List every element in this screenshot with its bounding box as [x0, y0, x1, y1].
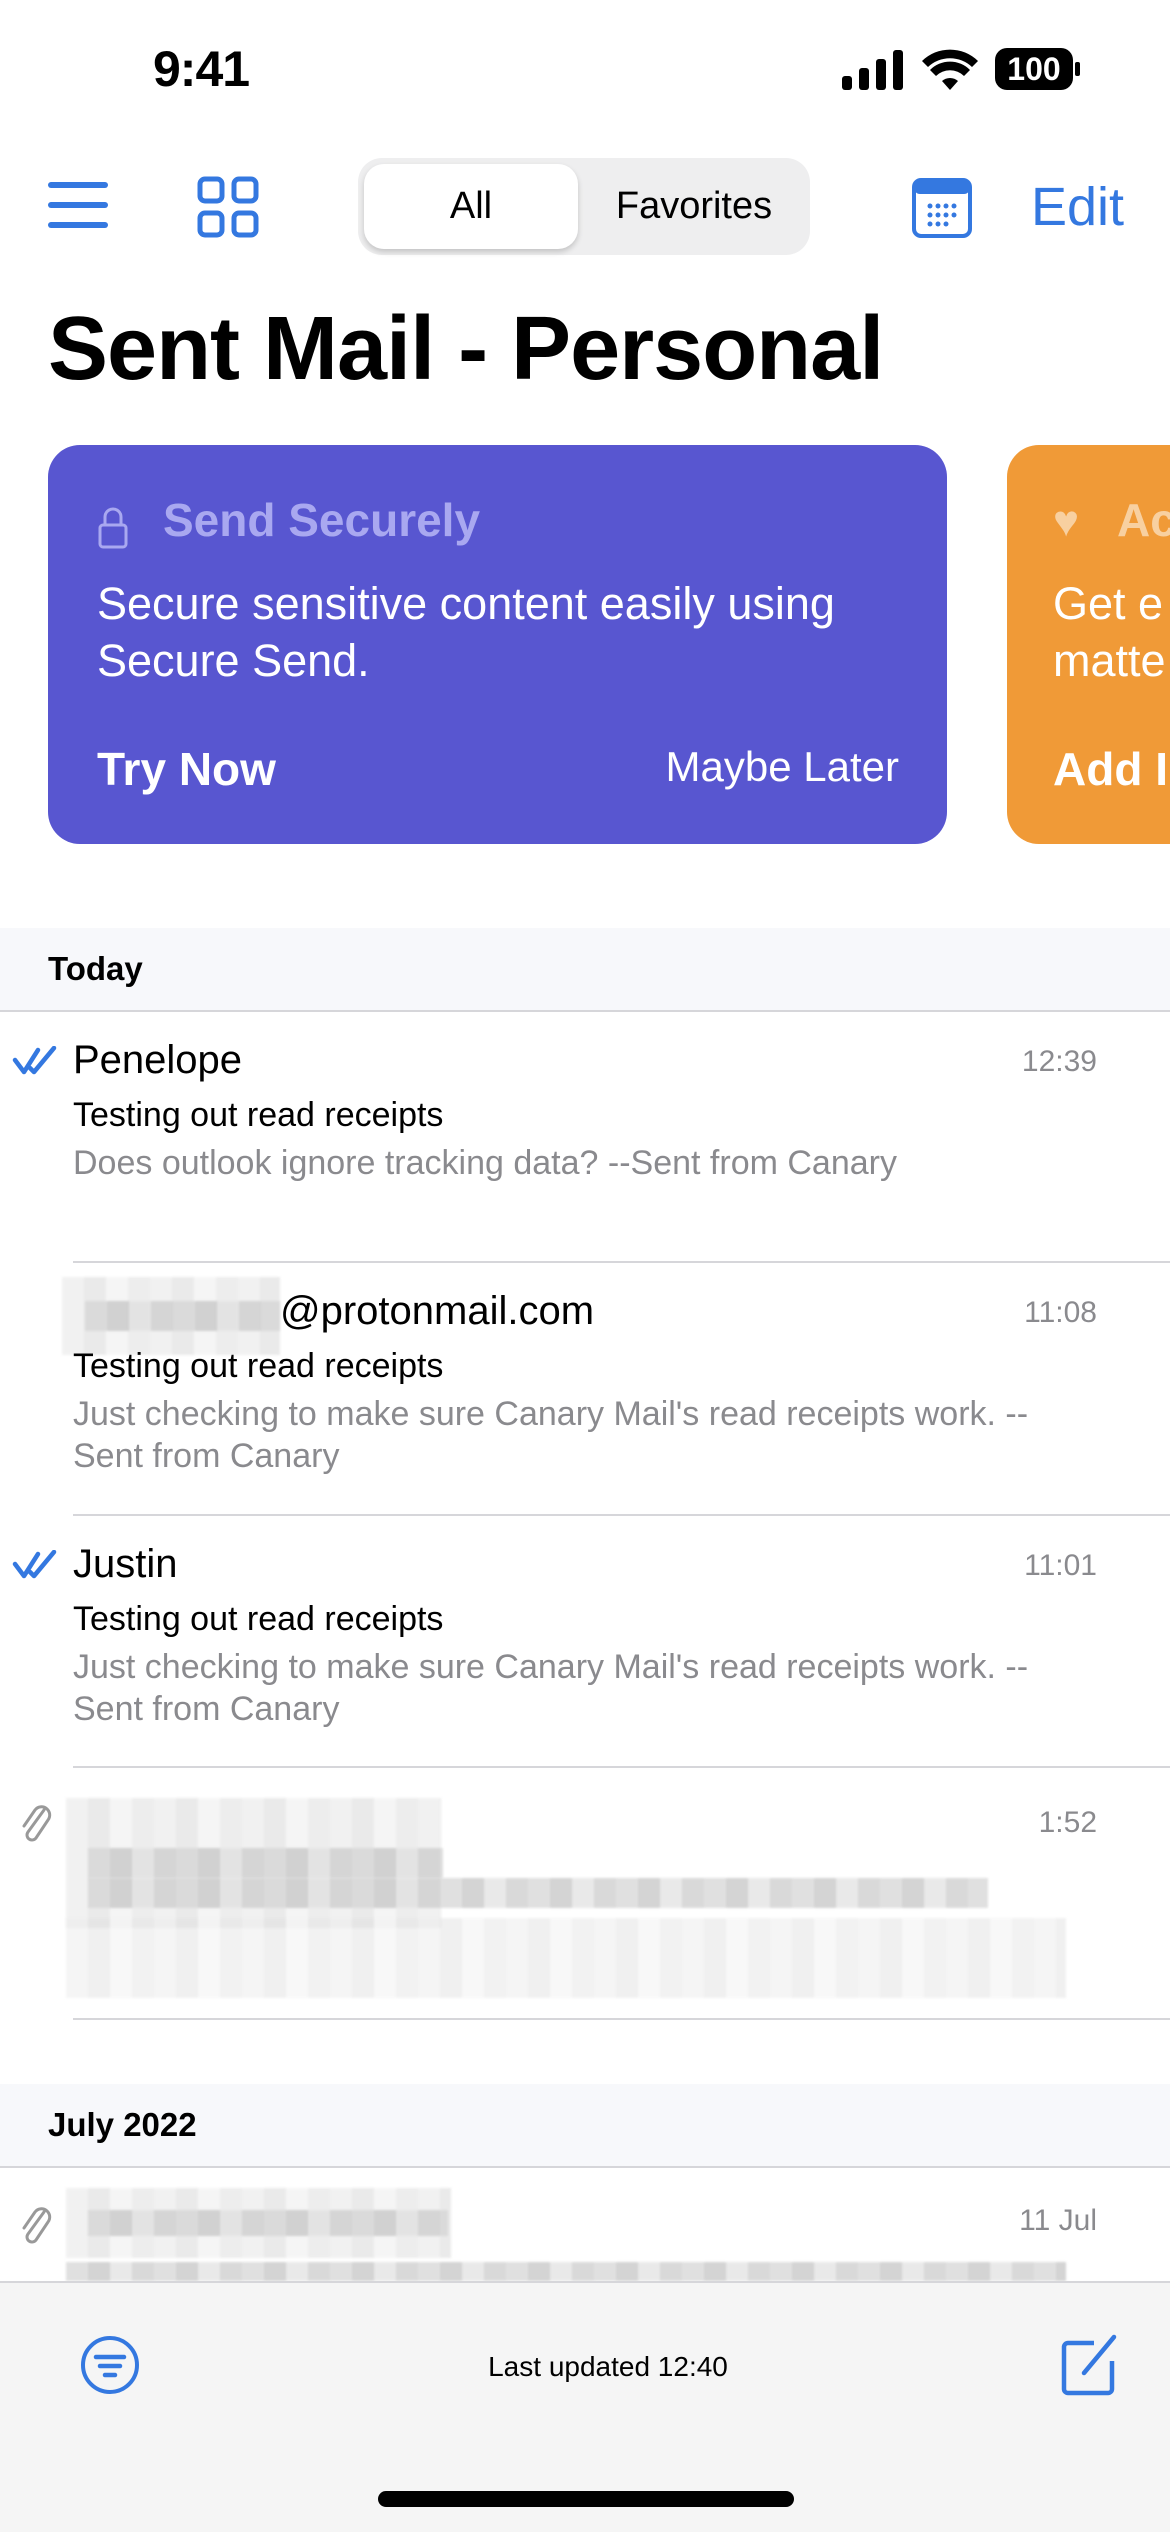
mail-preview: Does outlook ignore tracking data? --Sen… — [73, 1144, 897, 1182]
try-now-button[interactable]: Try Now — [97, 742, 276, 796]
battery-indicator: 100 — [995, 48, 1073, 90]
last-updated-status: Last updated 12:40 — [488, 2351, 728, 2382]
mail-row[interactable]: @protonmail.com 11:08 Testing out read r… — [0, 1263, 1170, 1513]
hamburger-menu-icon[interactable] — [48, 180, 108, 230]
sender-name: @protonmail.com — [280, 1289, 595, 1333]
section-label: July 2022 — [48, 2106, 197, 2143]
segment-all[interactable]: All — [364, 164, 578, 249]
mail-subject: Testing out read receipts — [73, 1347, 444, 1385]
redacted-preview — [66, 1918, 1066, 1998]
promo-card[interactable]: ♥ Ac Get e matte Add I — [1007, 445, 1170, 844]
section-header-today: Today — [0, 928, 1170, 1012]
row-divider — [73, 2018, 1170, 2020]
mail-time: 11 Jul — [1019, 2204, 1097, 2237]
segment-favorites[interactable]: Favorites — [578, 158, 810, 255]
sender-name: Penelope — [73, 1038, 243, 1082]
mail-row[interactable]: 1:52 — [0, 1768, 1170, 2018]
bottom-toolbar: Last updated 12:40 — [0, 2281, 1170, 2532]
read-receipt-icon — [12, 1550, 57, 1579]
heart-icon: ♥ — [1053, 497, 1080, 546]
battery-tip — [1075, 62, 1080, 76]
card-body: Secure sensitive content easily using Se… — [97, 575, 835, 689]
read-receipt-icon — [12, 1046, 57, 1075]
redacted-sender — [88, 1848, 443, 1878]
sender-name: Justin — [73, 1542, 178, 1586]
redacted-subject — [66, 2262, 1066, 2281]
mail-row[interactable]: Penelope 12:39 Testing out read receipts… — [0, 1012, 1170, 1262]
mail-preview: Just checking to make sure Canary Mail's… — [73, 1648, 1029, 1728]
lock-icon — [98, 507, 128, 549]
grid-view-icon[interactable] — [197, 176, 259, 238]
mail-time: 11:01 — [1024, 1549, 1097, 1582]
home-indicator[interactable] — [378, 2491, 794, 2507]
mail-preview: Just checking to make sure Canary Mail's… — [73, 1395, 1029, 1475]
maybe-later-button[interactable]: Maybe Later — [666, 743, 899, 791]
attachment-icon — [22, 1805, 52, 1842]
send-securely-card: Send Securely Secure sensitive content e… — [48, 445, 947, 844]
redacted-sender — [88, 2210, 448, 2236]
signal-icon — [842, 50, 903, 90]
section-header-july-2022: July 2022 — [0, 2084, 1170, 2168]
mail-subject: Testing out read receipts — [73, 1600, 444, 1638]
mail-subject: Testing out read receipts — [73, 1096, 444, 1134]
mail-row[interactable]: 11 Jul — [0, 2170, 1170, 2281]
page-title: Sent Mail - Personal — [48, 299, 884, 399]
section-label: Today — [48, 950, 143, 987]
attachment-icon — [22, 2207, 52, 2244]
mail-time: 12:39 — [1021, 1045, 1097, 1078]
card-body-line: Secure sensitive content easily using — [97, 578, 835, 629]
card-body-line: Secure Send. — [97, 635, 370, 686]
redacted-sender — [85, 1301, 280, 1331]
card-body-line: matte — [1053, 635, 1166, 686]
compose-icon[interactable] — [1060, 2331, 1122, 2397]
status-time: 9:41 — [153, 41, 250, 97]
card-title: Send Securely — [163, 494, 481, 546]
mail-time: 11:08 — [1024, 1296, 1097, 1329]
edit-button[interactable]: Edit — [1031, 176, 1124, 238]
filter-segmented-control[interactable]: All Favorites — [358, 158, 810, 255]
calendar-icon[interactable] — [912, 178, 972, 238]
card-body-line: Get e — [1053, 578, 1164, 629]
card-cta-button[interactable]: Add I — [1053, 742, 1168, 796]
wifi-icon — [922, 49, 978, 90]
mail-row[interactable]: Justin 11:01 Testing out read receipts J… — [0, 1516, 1170, 1766]
card-title: Ac — [1117, 494, 1170, 546]
card-body: Get e matte — [1053, 575, 1166, 689]
mail-time: 1:52 — [1038, 1806, 1097, 1839]
redacted-subject — [88, 1878, 988, 1908]
